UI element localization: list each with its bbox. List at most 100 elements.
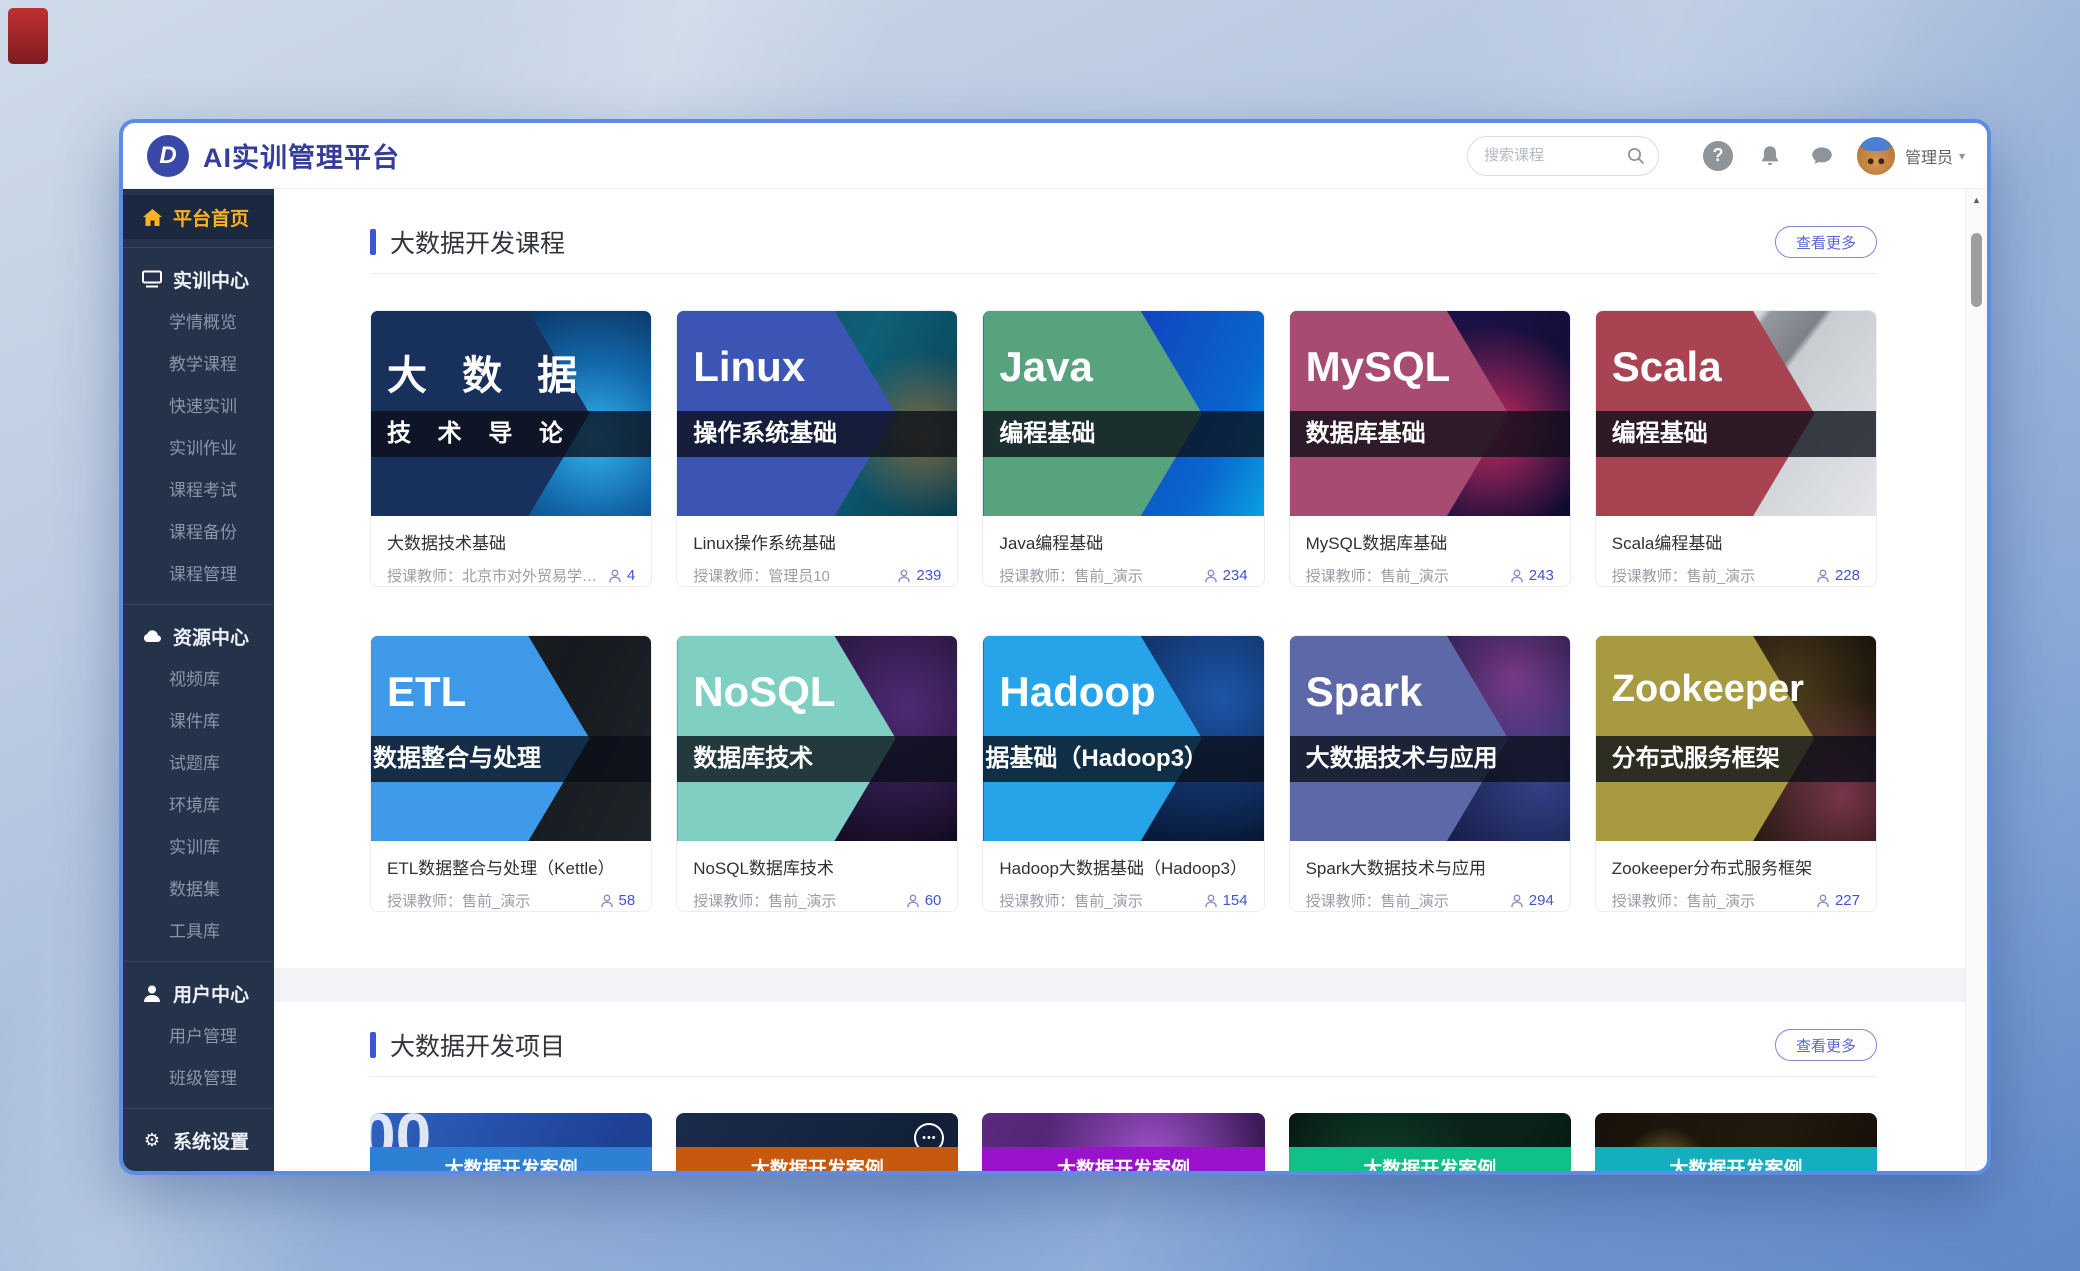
- monitor-icon: [141, 270, 163, 288]
- course-name: Hadoop大数据基础（Hadoop3）: [999, 854, 1247, 879]
- cover-title: MySQL: [1306, 343, 1451, 391]
- sidebar-item-home[interactable]: 平台首页: [123, 195, 274, 239]
- sidebar-item[interactable]: 环境库: [123, 785, 274, 827]
- gear-icon: ⚙: [141, 1130, 163, 1151]
- sidebar-item-label: 系统设置: [173, 1127, 249, 1154]
- students-count: 294: [1510, 892, 1554, 909]
- search-input[interactable]: [1484, 147, 1626, 164]
- students-count: 227: [1816, 892, 1860, 909]
- sidebar-group-user-center[interactable]: 用户中心: [123, 970, 274, 1016]
- project-card[interactable]: 大数据开发案例: [982, 1113, 1264, 1171]
- course-cover: 大 数 据 技 术 导 论: [371, 311, 651, 516]
- section-divider: [370, 1076, 1877, 1077]
- person-icon: [1816, 569, 1830, 583]
- course-card[interactable]: Java 编程基础 Java编程基础 授课教师：售前_演示: [982, 310, 1264, 587]
- students-count: 243: [1510, 567, 1554, 584]
- course-cover: Scala 编程基础: [1596, 311, 1876, 516]
- sidebar-item[interactable]: 快速实训: [123, 386, 274, 428]
- project-card[interactable]: 大数据开发案例: [1289, 1113, 1571, 1171]
- section-accent-bar: [370, 1032, 376, 1058]
- course-name: Spark大数据技术与应用: [1306, 854, 1554, 879]
- project-banner: 大数据开发案例: [982, 1147, 1264, 1171]
- scrollbar-track[interactable]: ▲: [1965, 189, 1987, 1171]
- sidebar-item[interactable]: 班级管理: [123, 1058, 274, 1100]
- user-menu[interactable]: 管理员 ▾: [1857, 137, 1965, 175]
- course-cover: MySQL 数据库基础: [1290, 311, 1570, 516]
- scroll-up-arrow[interactable]: ▲: [1966, 195, 1987, 205]
- sidebar-item[interactable]: 课程管理: [123, 554, 274, 596]
- sidebar-item[interactable]: 学情概览: [123, 302, 274, 344]
- person-icon: [1204, 894, 1218, 908]
- sidebar-item[interactable]: 教学课程: [123, 344, 274, 386]
- sidebar-item[interactable]: 课程考试: [123, 470, 274, 512]
- home-icon: [141, 209, 163, 226]
- course-card[interactable]: NoSQL 数据库技术 NoSQL数据库技术 授课教师：售前_演示: [676, 635, 958, 912]
- sidebar-item[interactable]: 工具库: [123, 911, 274, 953]
- sidebar-group-label: 实训中心: [173, 266, 249, 293]
- person-icon: [1510, 569, 1524, 583]
- course-card[interactable]: Linux 操作系统基础 Linux操作系统基础 授课教师：管理员10: [676, 310, 958, 587]
- chevron-down-icon: ▾: [1959, 149, 1965, 163]
- sidebar-group-training-center[interactable]: 实训中心: [123, 256, 274, 302]
- sidebar-item[interactable]: 课程备份: [123, 512, 274, 554]
- sidebar-item[interactable]: 实训作业: [123, 428, 274, 470]
- person-icon: [906, 894, 920, 908]
- course-card[interactable]: ETL 数据整合与处理 ETL数据整合与处理（Kettle） 授课教师：售前_演…: [370, 635, 652, 912]
- students-count: 234: [1204, 567, 1248, 584]
- cloud-icon: [141, 629, 163, 644]
- cover-title: Scala: [1612, 343, 1722, 391]
- sidebar-group-resource-center[interactable]: 资源中心: [123, 613, 274, 659]
- messages-chat-icon[interactable]: [1805, 139, 1839, 173]
- project-card[interactable]: 00 大数据开发案例: [370, 1113, 652, 1171]
- course-cover: Zookeeper 分布式服务框架: [1596, 636, 1876, 841]
- students-count: 154: [1204, 892, 1248, 909]
- course-card[interactable]: Zookeeper 分布式服务框架 Zookeeper分布式服务框架 授课教师：…: [1595, 635, 1877, 912]
- project-card[interactable]: 大数据开发案例: [1595, 1113, 1877, 1171]
- cover-subtitle: 数据库基础: [1306, 411, 1426, 457]
- sidebar-item[interactable]: 课件库: [123, 701, 274, 743]
- sidebar-item[interactable]: 用户管理: [123, 1016, 274, 1058]
- course-card[interactable]: 大 数 据 技 术 导 论 大数据技术基础 授课教师：北京市对外贸易学校教...: [370, 310, 652, 587]
- section-separator: [274, 968, 1965, 1002]
- sidebar-item[interactable]: 实训库: [123, 827, 274, 869]
- cover-subtitle: 操作系统基础: [693, 411, 837, 457]
- search-icon[interactable]: [1626, 146, 1646, 166]
- course-teacher: 授课教师：售前_演示: [1612, 565, 1755, 586]
- cover-subtitle: 编程基础: [1612, 411, 1708, 457]
- view-more-projects-button[interactable]: 查看更多: [1775, 1029, 1877, 1061]
- course-teacher: 授课教师：售前_演示: [693, 890, 836, 911]
- course-name: MySQL数据库基础: [1306, 529, 1554, 554]
- project-card[interactable]: ••• 大数据开发案例: [676, 1113, 958, 1171]
- search-box[interactable]: [1467, 136, 1659, 176]
- cover-subtitle: 技 术 导 论: [387, 411, 573, 457]
- course-card[interactable]: Scala 编程基础 Scala 编程基础 授课教师：售前_演示: [1595, 310, 1877, 587]
- cover-subtitle: 据基础（Hadoop3）: [985, 736, 1208, 782]
- section-title-courses: 大数据开发课程: [390, 224, 1775, 260]
- person-icon: [1816, 894, 1830, 908]
- course-cover: Spark 大数据技术与应用: [1290, 636, 1570, 841]
- cover-subtitle: 数据整合与处理: [373, 736, 541, 782]
- cover-title: Zookeeper: [1612, 668, 1804, 711]
- section-accent-bar: [370, 229, 376, 255]
- students-count: 228: [1816, 567, 1860, 584]
- sidebar-item[interactable]: 试题库: [123, 743, 274, 785]
- cover-title: Linux: [693, 343, 805, 391]
- user-icon: [141, 985, 163, 1002]
- course-teacher: 授课教师：售前_演示: [387, 890, 530, 911]
- app-window: D AI实训管理平台 ?: [119, 119, 1991, 1175]
- course-card[interactable]: MySQL 数据库基础 MySQL数据库基础 授课教师：售前_演示: [1289, 310, 1571, 587]
- sidebar-item-settings[interactable]: ⚙ 系统设置: [123, 1117, 274, 1163]
- help-icon[interactable]: ?: [1701, 139, 1735, 173]
- course-card[interactable]: Hadoop 据基础（Hadoop3） Hadoop大数据基础（Hadoop3）…: [982, 635, 1264, 912]
- course-card[interactable]: Spark 大数据技术与应用 Spark大数据技术与应用 授课教师：售前_演示: [1289, 635, 1571, 912]
- view-more-courses-button[interactable]: 查看更多: [1775, 226, 1877, 258]
- course-cover: NoSQL 数据库技术: [677, 636, 957, 841]
- scrollbar-thumb[interactable]: [1971, 233, 1982, 307]
- section-title-projects: 大数据开发项目: [390, 1027, 1775, 1063]
- notifications-bell-icon[interactable]: [1753, 139, 1787, 173]
- course-teacher: 授课教师：售前_演示: [1306, 890, 1449, 911]
- cover-subtitle: 数据库技术: [693, 736, 813, 782]
- cover-title: Java: [999, 343, 1092, 391]
- sidebar-item[interactable]: 视频库: [123, 659, 274, 701]
- sidebar-item[interactable]: 数据集: [123, 869, 274, 911]
